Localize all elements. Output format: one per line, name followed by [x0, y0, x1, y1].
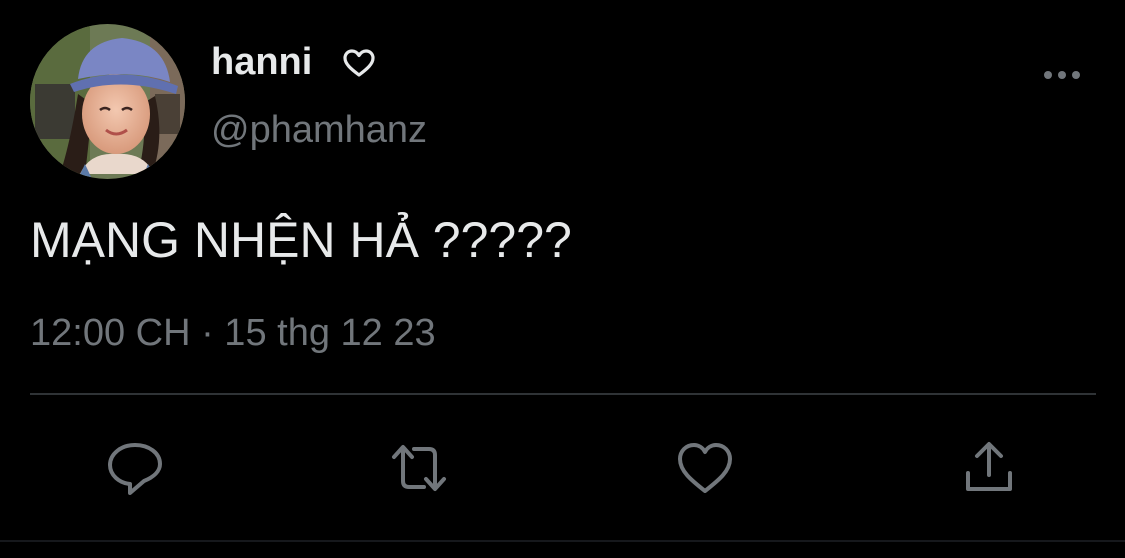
divider [30, 393, 1096, 395]
divider [0, 540, 1125, 542]
reply-icon[interactable] [104, 437, 166, 499]
share-icon[interactable] [958, 437, 1020, 499]
heart-outline-icon [342, 48, 376, 78]
tweet-text: MẠNG NHỆN HẢ ????? [30, 212, 572, 268]
user-handle[interactable]: @phamhanz [211, 108, 427, 152]
retweet-icon[interactable] [388, 437, 450, 499]
display-name[interactable]: hanni [211, 40, 312, 84]
more-options-icon[interactable] [1040, 64, 1084, 86]
tweet-detail: hanni @phamhanz MẠNG NHỆN HẢ ????? 12:00… [0, 0, 1125, 558]
avatar[interactable] [30, 24, 185, 179]
tweet-timestamp[interactable]: 12:00 CH · 15 thg 12 23 [30, 310, 436, 356]
like-icon[interactable] [674, 437, 736, 499]
